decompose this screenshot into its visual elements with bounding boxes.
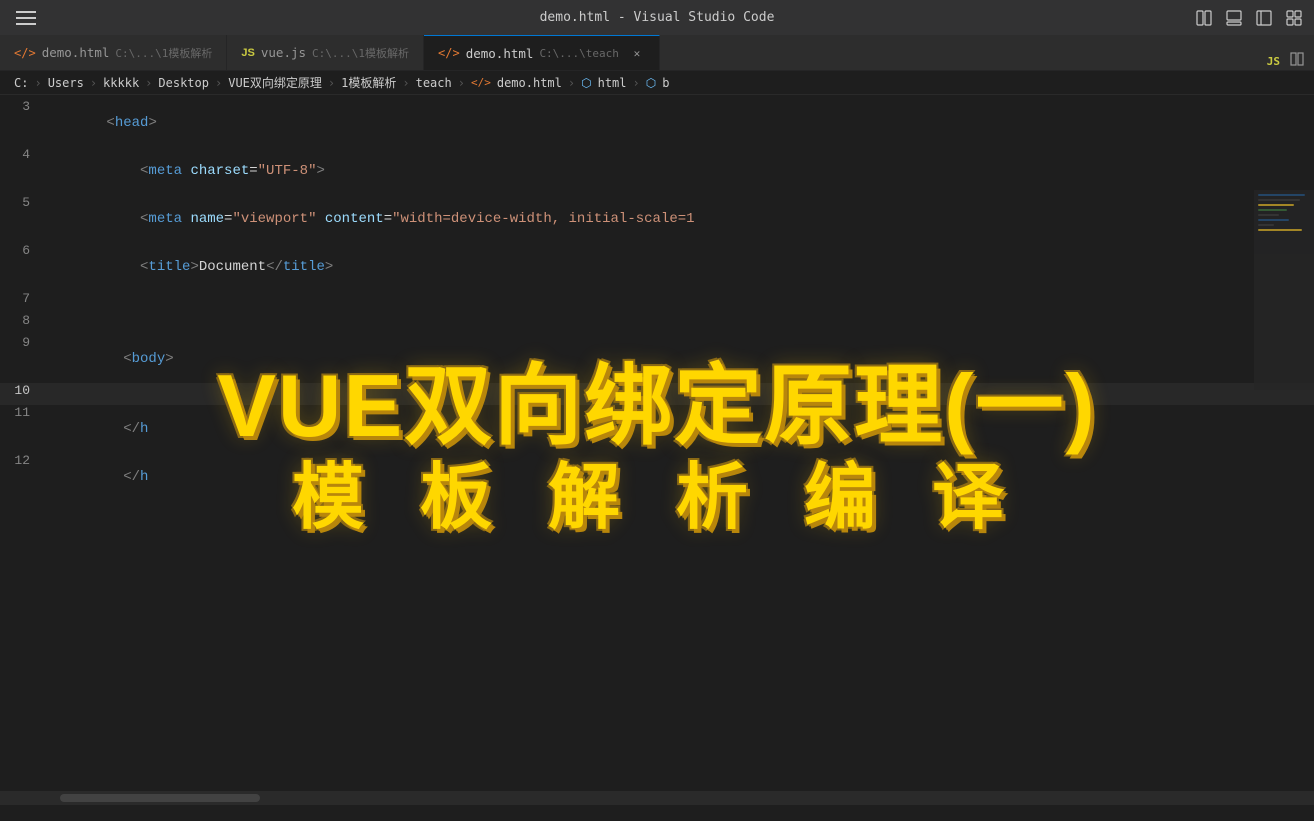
window-title: demo.html - Visual Studio Code (540, 10, 775, 25)
split-editor-icon[interactable] (1290, 52, 1304, 70)
minimap-line (1258, 194, 1305, 196)
line-number: 11 (0, 405, 50, 420)
bc-html-icon: </> (471, 76, 491, 89)
tab-filename-active: demo.html (466, 46, 534, 61)
line-content[interactable]: <meta charset="UTF-8"> (50, 147, 1314, 195)
minimap-line (1258, 199, 1300, 201)
bc-b: b (662, 76, 669, 90)
tabs-right-icons: JS (1267, 52, 1314, 70)
bc-1moban: 1模板解析 (341, 74, 396, 91)
bc-desktop: Desktop (158, 76, 209, 90)
line-content[interactable] (50, 383, 1314, 399)
bc-sep: › (568, 76, 575, 90)
js-file-icon: JS (241, 47, 254, 59)
bc-teach: teach (416, 76, 452, 90)
line-number: 10 (0, 383, 50, 398)
code-line-12: 12 </h (0, 453, 1314, 501)
bc-html-tag: html (598, 76, 627, 90)
line-number: 6 (0, 243, 50, 258)
line-number: 4 (0, 147, 50, 162)
bc-demohtml: demo.html (497, 76, 562, 90)
code-line-8: 8 (0, 313, 1314, 335)
line-number: 9 (0, 335, 50, 350)
bc-sep: › (402, 76, 409, 90)
line-number: 5 (0, 195, 50, 210)
layout-panel-icon[interactable] (1196, 10, 1212, 26)
bc-sep: › (145, 76, 152, 90)
tab-filename: demo.html (42, 45, 110, 60)
bc-sep: › (633, 76, 640, 90)
tab-vue-js[interactable]: JS vue.js C:\...\1模板解析 (227, 35, 424, 70)
line-content[interactable]: <meta name="viewport" content="width=dev… (50, 195, 1314, 243)
tabs-bar: </> demo.html C:\...\1模板解析 JS vue.js C:\… (0, 35, 1314, 71)
hamburger-menu-icon[interactable] (16, 11, 36, 25)
minimap-line (1258, 224, 1274, 226)
line-content[interactable]: <head> (50, 99, 1314, 147)
line-number: 12 (0, 453, 50, 468)
code-line-11: 11 </h (0, 405, 1314, 453)
bc-globe-icon2: ⬡ (646, 76, 656, 90)
bc-c: C: (14, 76, 28, 90)
minimap-line (1258, 229, 1302, 231)
line-number: 7 (0, 291, 50, 306)
layout-sidebar-icon[interactable] (1256, 10, 1272, 26)
horizontal-scrollbar[interactable] (0, 791, 1314, 805)
minimap-line (1258, 209, 1287, 211)
bc-kkkkk: kkkkk (103, 76, 139, 90)
more-options-icon[interactable] (1286, 10, 1302, 26)
js-badge: JS (1267, 55, 1280, 68)
tab-demo-html-active[interactable]: </> demo.html C:\...\teach ✕ (424, 35, 660, 70)
editor-area: 3 <head> 4 <meta charset="UTF-8"> 5 <met… (0, 95, 1314, 805)
tab-filename: vue.js (261, 45, 306, 60)
tab-path: C:\...\1模板解析 (115, 45, 212, 61)
line-content[interactable]: </h (50, 453, 1314, 501)
line-content[interactable]: <title>Document</title> (50, 243, 1314, 291)
html-file-icon-active: </> (438, 46, 460, 60)
bc-sep: › (458, 76, 465, 90)
line-content[interactable]: </h (50, 405, 1314, 453)
code-line-7: 7 (0, 291, 1314, 313)
line-number: 3 (0, 99, 50, 114)
window-controls (1196, 10, 1302, 26)
bc-sep: › (34, 76, 41, 90)
code-line-10: 10 (0, 383, 1314, 405)
title-bar: demo.html - Visual Studio Code (0, 0, 1314, 35)
code-line-6: 6 <title>Document</title> (0, 243, 1314, 291)
tab-close-button[interactable]: ✕ (629, 45, 645, 61)
tab-path-active: C:\...\teach (539, 47, 618, 60)
bc-vue: VUE双向绑定原理 (228, 74, 322, 91)
code-line-3: 3 <head> (0, 99, 1314, 147)
breadcrumb: C: › Users › kkkkk › Desktop › VUE双向绑定原理… (0, 71, 1314, 95)
line-content[interactable]: <body> (50, 335, 1314, 383)
bc-sep: › (90, 76, 97, 90)
bc-sep: › (215, 76, 222, 90)
layout-bottom-icon[interactable] (1226, 10, 1242, 26)
minimap-line (1258, 219, 1289, 221)
bc-sep: › (328, 76, 335, 90)
minimap-line (1258, 214, 1279, 216)
html-file-icon: </> (14, 46, 36, 60)
tab-demo-html-inactive[interactable]: </> demo.html C:\...\1模板解析 (0, 35, 227, 70)
tab-path: C:\...\1模板解析 (312, 45, 409, 61)
code-line-4: 4 <meta charset="UTF-8"> (0, 147, 1314, 195)
code-line-5: 5 <meta name="viewport" content="width=d… (0, 195, 1314, 243)
line-content[interactable] (50, 313, 1314, 329)
line-number: 8 (0, 313, 50, 328)
minimap-lines (1254, 190, 1314, 235)
scrollbar-thumb[interactable] (60, 794, 260, 802)
minimap-line (1258, 204, 1294, 206)
code-line-9: 9 <body> (0, 335, 1314, 383)
minimap (1254, 190, 1314, 390)
line-content[interactable] (50, 291, 1314, 307)
bc-users: Users (48, 76, 84, 90)
bc-globe-icon: ⬡ (581, 76, 591, 90)
